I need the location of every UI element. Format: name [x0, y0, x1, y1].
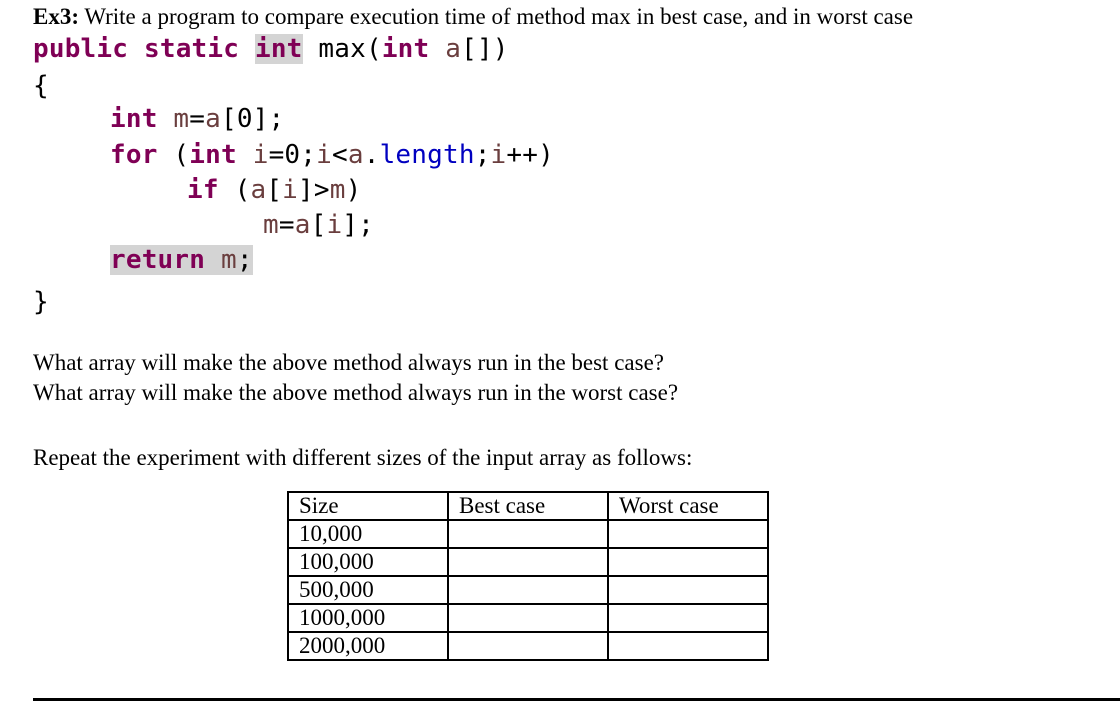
code-punct: =	[189, 104, 206, 134]
results-table: Size Best case Worst case 10,000 100,000…	[287, 491, 769, 661]
code-line-if: if (a[i]>m)	[187, 173, 361, 207]
table-row: 1000,000	[287, 603, 769, 633]
code-open-brace: {	[33, 71, 49, 101]
code-punct: [	[310, 210, 327, 240]
var-i: i	[490, 140, 507, 170]
question-worst-case: What array will make the above method al…	[33, 380, 679, 405]
cell-worst-case	[607, 575, 769, 605]
keyword-public: public	[33, 34, 129, 64]
var-i: i	[282, 175, 299, 205]
var-m: m	[263, 210, 279, 240]
cell-size: 100,000	[287, 547, 449, 577]
keyword-int-highlighted: int	[254, 34, 303, 64]
code-punct: ++)	[506, 140, 554, 170]
keyword-if: if	[187, 175, 219, 205]
code-line-for: for (int i=0;i<a.length;i++)	[110, 138, 554, 172]
cell-best-case	[447, 603, 609, 633]
code-punct: =0;	[268, 140, 317, 170]
var-a: a	[294, 210, 311, 240]
cell-worst-case	[607, 603, 769, 633]
code-line-assign: m=a[i];	[263, 208, 374, 242]
var-i: i	[326, 210, 343, 240]
cell-worst-case	[607, 631, 769, 661]
var-m: m	[157, 104, 190, 134]
table-row: 2000,000	[287, 631, 769, 661]
code-punct: ]>	[298, 175, 330, 205]
code-punct: (	[218, 175, 251, 205]
field-length: length	[379, 140, 475, 170]
table-row: 10,000	[287, 519, 769, 549]
cell-best-case	[447, 547, 609, 577]
exercise-description: Write a program to compare execution tim…	[79, 4, 914, 29]
code-signature: public static int max(int a[])	[33, 32, 509, 66]
var-m: m	[329, 175, 346, 205]
var-a: a	[347, 140, 364, 170]
horizontal-rule	[33, 698, 1120, 701]
var-i: i	[236, 140, 269, 170]
cell-size: 1000,000	[287, 603, 449, 633]
cell-worst-case	[607, 519, 769, 549]
keyword-int: int	[381, 34, 430, 64]
exercise-label: Ex3:	[33, 4, 79, 29]
code-punct: ];	[342, 210, 375, 240]
var-m: m	[205, 245, 237, 275]
instruction-text: Repeat the experiment with different siz…	[33, 445, 693, 470]
header-worst-case: Worst case	[607, 491, 769, 521]
code-close-brace: }	[33, 287, 49, 317]
exercise-title: Ex3: Write a program to compare executio…	[33, 2, 913, 32]
header-size: Size	[287, 491, 449, 521]
code-punct: [	[266, 175, 283, 205]
code-punct: .	[363, 140, 380, 170]
header-best-case: Best case	[447, 491, 609, 521]
cell-best-case	[447, 519, 609, 549]
keyword-static: static	[143, 34, 240, 64]
code-punct: <	[331, 140, 348, 170]
code-line-init: int m=a[0];	[110, 102, 284, 136]
keyword-for: for	[110, 140, 158, 170]
cell-worst-case	[607, 547, 769, 577]
cell-best-case	[447, 575, 609, 605]
table-header-row: Size Best case Worst case	[287, 491, 769, 521]
code-punct: (	[157, 140, 190, 170]
code-line-return: return m;	[110, 243, 253, 277]
param-a: a	[429, 34, 462, 64]
code-punct: ;	[236, 245, 253, 275]
table-row: 100,000	[287, 547, 769, 577]
var-a: a	[250, 175, 267, 205]
var-i: i	[316, 140, 332, 170]
question-best-case: What array will make the above method al…	[33, 350, 664, 375]
keyword-int: int	[189, 140, 237, 170]
cell-size: 10,000	[287, 519, 449, 549]
method-name: max(	[302, 34, 382, 64]
cell-best-case	[447, 631, 609, 661]
table-row: 500,000	[287, 575, 769, 605]
code-punct: ;	[474, 140, 491, 170]
code-punct: [0];	[221, 104, 285, 134]
code-punct: [])	[461, 34, 509, 64]
cell-size: 2000,000	[287, 631, 449, 661]
cell-size: 500,000	[287, 575, 449, 605]
code-punct: )	[345, 175, 362, 205]
keyword-int: int	[110, 104, 158, 134]
var-a: a	[205, 104, 221, 134]
code-punct: =	[278, 210, 295, 240]
keyword-return: return	[110, 245, 206, 275]
